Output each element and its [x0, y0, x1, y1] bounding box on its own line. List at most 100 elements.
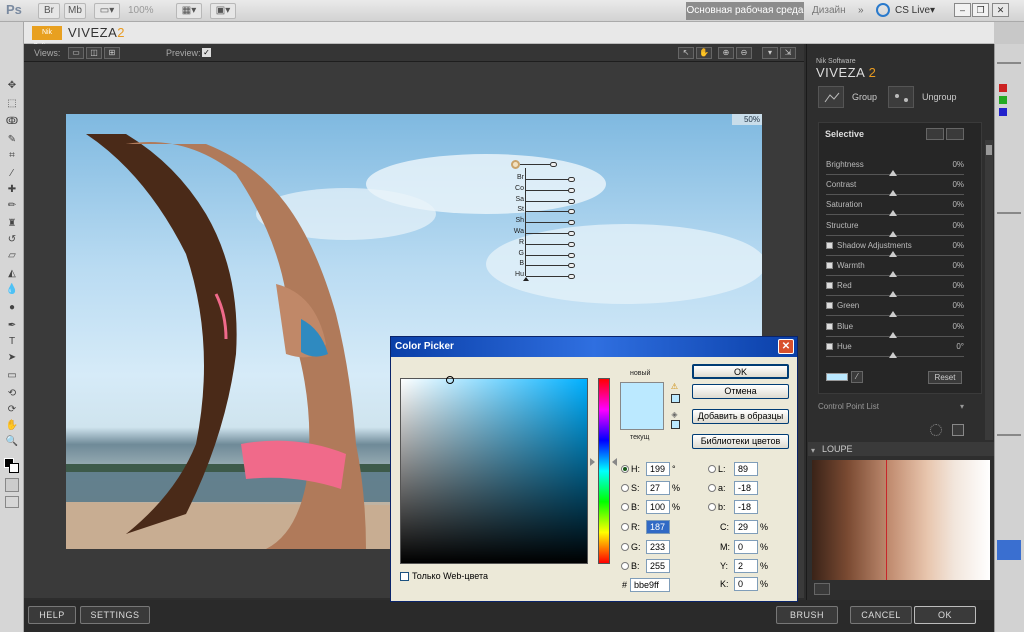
control-point-slider-knob[interactable] — [568, 177, 575, 182]
eraser-tool-icon[interactable]: ▱ — [5, 250, 19, 262]
control-point-slider-track[interactable] — [526, 222, 570, 224]
slider-enable-checkbox[interactable] — [826, 262, 833, 269]
fullscreen-icon[interactable]: ⇲ — [780, 47, 796, 59]
background-color-icon[interactable]: ▾ — [762, 47, 778, 59]
lab-field[interactable]: -18 — [734, 481, 758, 495]
hsb-field[interactable]: 27 — [646, 481, 670, 495]
hsb-radio[interactable] — [621, 503, 629, 511]
brush-button[interactable]: BRUSH — [776, 606, 838, 624]
control-point-collapse-arrow[interactable] — [523, 277, 529, 281]
layer-thumb[interactable] — [997, 540, 1021, 560]
rgb-field[interactable]: 187 — [646, 520, 670, 534]
chevron-double-icon[interactable]: » — [858, 5, 864, 16]
brush-tool-icon[interactable]: ✏ — [5, 200, 19, 212]
slider-thumb[interactable] — [889, 311, 897, 318]
rgb-radio[interactable] — [621, 523, 629, 531]
rgb-field[interactable]: 255 — [646, 559, 670, 573]
slider-thumb[interactable] — [889, 190, 897, 197]
hue-slider-arrow-left[interactable] — [590, 458, 595, 466]
control-point-slider-knob[interactable] — [568, 274, 575, 280]
blur-tool-icon[interactable]: 💧 — [5, 284, 19, 296]
color-picker-title[interactable]: Color Picker — [391, 337, 797, 357]
rgb-radio[interactable] — [621, 543, 629, 551]
control-point-slider-track[interactable] — [526, 179, 570, 180]
zoom-tool-icon[interactable]: 🔍 — [5, 436, 19, 448]
hue-slider-arrow-right[interactable] — [612, 458, 617, 466]
chevron-down-icon[interactable]: ▾ — [811, 446, 815, 455]
restore-button[interactable]: ❐ — [972, 3, 989, 17]
workspace-essentials-button[interactable]: Основная рабочая среда — [686, 2, 804, 20]
control-point-slider-knob[interactable] — [568, 187, 575, 193]
zoom-level[interactable]: 100% — [128, 5, 154, 16]
ungroup-icon[interactable] — [888, 86, 914, 108]
web-safe-cube-icon[interactable]: ◈ — [670, 410, 679, 419]
reset-button[interactable]: Reset — [928, 371, 962, 384]
control-point-slider-track[interactable] — [526, 254, 570, 256]
lab-radio[interactable] — [708, 484, 716, 492]
screen-mode-button[interactable]: ▣▾ — [210, 3, 236, 19]
control-point-slider-knob[interactable] — [568, 241, 575, 247]
loupe-pin-icon[interactable] — [814, 583, 830, 595]
group-button[interactable]: Group — [852, 86, 877, 108]
side-by-side-view-icon[interactable]: ⊞ — [104, 47, 120, 59]
3d-rotate-tool-icon[interactable]: ⟲ — [5, 388, 19, 400]
lab-field[interactable]: -18 — [734, 500, 758, 514]
slider-thumb[interactable] — [889, 351, 897, 358]
split-view-icon[interactable]: ◫ — [86, 47, 102, 59]
slider-thumb[interactable] — [889, 170, 897, 176]
collapse-sliders-icon[interactable] — [946, 128, 964, 140]
path-select-tool-icon[interactable]: ➤ — [5, 352, 19, 364]
close-icon[interactable]: ✕ — [778, 339, 794, 354]
slider-thumb[interactable] — [889, 271, 897, 277]
slider-thumb[interactable] — [889, 250, 897, 257]
zoom-in-icon[interactable]: ⊕ — [718, 47, 734, 59]
3d-orbit-tool-icon[interactable]: ⟳ — [5, 404, 19, 416]
slider-thumb[interactable] — [889, 331, 897, 338]
control-point-slider-track[interactable] — [526, 211, 570, 213]
background-color-swatch[interactable] — [9, 463, 19, 473]
control-point-slider-track[interactable] — [526, 189, 570, 191]
bridge-button[interactable]: Br — [38, 3, 60, 19]
hex-field[interactable]: bbe9ff — [630, 578, 670, 592]
web-safe-swatch[interactable] — [671, 420, 680, 429]
stamp-tool-icon[interactable]: ♜ — [5, 218, 19, 230]
hue-slider[interactable] — [598, 378, 610, 564]
slider-enable-checkbox[interactable] — [826, 282, 833, 290]
marquee-tool-icon[interactable]: ⬚ — [5, 98, 19, 110]
type-tool-icon[interactable]: T — [5, 336, 19, 348]
control-point-slider-knob[interactable] — [568, 220, 575, 226]
bucket-tool-icon[interactable]: ◭ — [5, 268, 19, 280]
control-point-slider-knob[interactable] — [568, 231, 575, 236]
hsb-radio[interactable] — [621, 484, 629, 492]
gamut-swatch[interactable] — [671, 394, 680, 403]
eyedropper-tool-icon[interactable]: ⁄ — [5, 168, 19, 180]
cmyk-field[interactable]: 0 — [734, 540, 758, 554]
pen-tool-icon[interactable]: ✒ — [5, 320, 19, 332]
screen-mode-icon[interactable] — [5, 496, 19, 508]
cmyk-field[interactable]: 2 — [734, 559, 758, 573]
slider-thumb[interactable] — [889, 230, 897, 237]
cs-live-button[interactable]: CS Live▾ — [895, 2, 955, 20]
color-libraries-button[interactable]: Библиотеки цветов — [692, 434, 789, 449]
dodge-tool-icon[interactable]: ● — [5, 302, 19, 314]
color-swatch[interactable] — [826, 373, 848, 381]
slider-enable-checkbox[interactable] — [826, 322, 833, 330]
hsb-field[interactable]: 199 — [646, 462, 670, 476]
point-list-options-icon[interactable] — [952, 424, 964, 436]
preview-checkbox[interactable]: ✓ — [202, 48, 211, 57]
loupe-header[interactable]: LOUPE — [808, 442, 994, 456]
control-point-list-label[interactable]: Control Point List — [818, 402, 879, 411]
control-point-slider-track[interactable] — [526, 265, 570, 267]
panel-scrollbar[interactable] — [985, 140, 993, 440]
rgb-radio[interactable] — [621, 562, 629, 570]
slider-enable-checkbox[interactable] — [826, 302, 833, 310]
quick-select-tool-icon[interactable]: ✎ — [5, 134, 19, 146]
arrange-docs-button[interactable]: ▦▾ — [176, 3, 202, 19]
rgb-field[interactable]: 233 — [646, 540, 670, 554]
add-to-swatches-button[interactable]: Добавить в образцы — [692, 409, 789, 424]
color-field-cursor[interactable] — [446, 376, 454, 384]
color-picker-ok-button[interactable]: OK — [692, 364, 789, 379]
color-picker-cancel-button[interactable]: Отмена — [692, 384, 789, 399]
web-colors-only-checkbox[interactable] — [400, 572, 409, 581]
minimize-button[interactable]: – — [954, 3, 971, 17]
